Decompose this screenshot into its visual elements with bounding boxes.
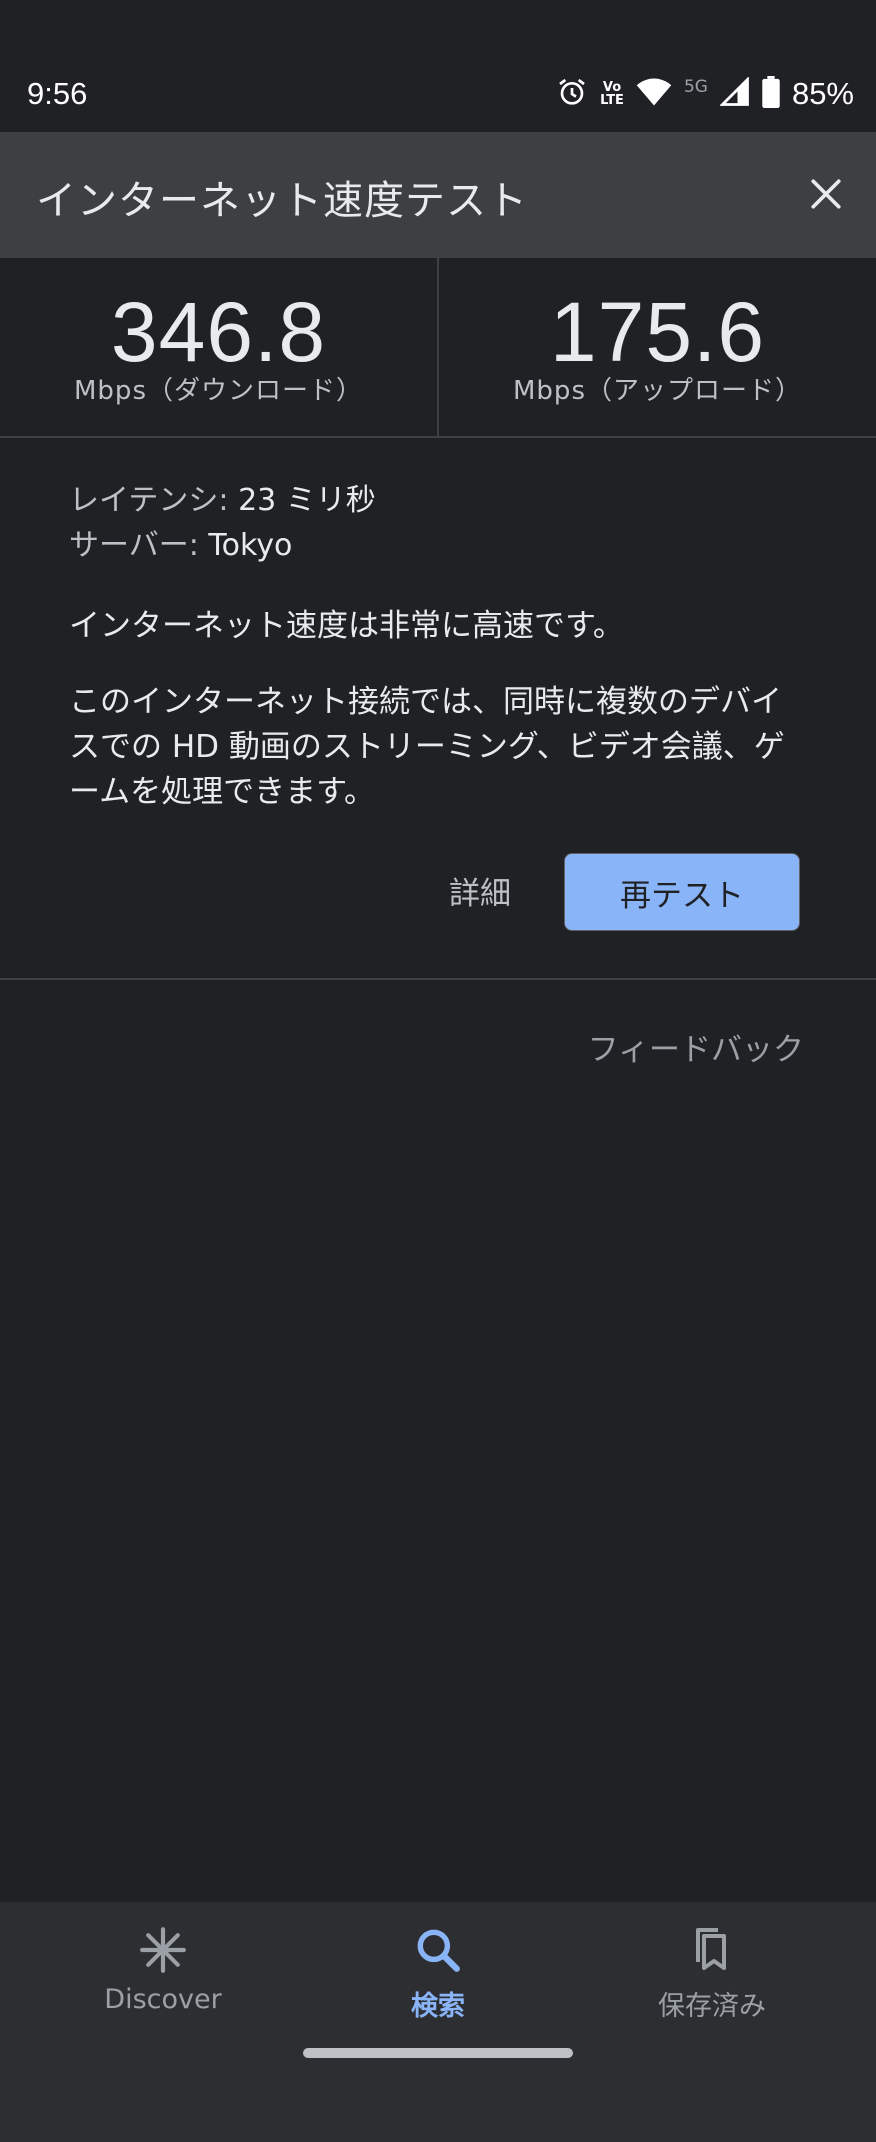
upload-result: 175.6 Mbps（アップロード） — [437, 258, 876, 436]
nav-search[interactable]: 検索 — [338, 1922, 538, 2032]
divider — [0, 978, 876, 980]
server-label: サーバー: — [69, 528, 199, 563]
download-speed: 346.8 — [110, 285, 327, 379]
battery-icon — [762, 76, 780, 112]
server-value: Tokyo — [208, 528, 293, 563]
status-bar: 9:56 Vo LTE 5G 85% — [0, 0, 876, 132]
nav-saved[interactable]: 保存済み — [612, 1922, 812, 2032]
test-details: レイテンシ: 23 ミリ秒 サーバー: Tokyo — [69, 478, 809, 568]
nav-discover[interactable]: Discover — [63, 1922, 263, 2032]
speed-results: 346.8 Mbps（ダウンロード） 175.6 Mbps（アップロード） — [0, 258, 876, 438]
discover-icon — [140, 1927, 186, 1973]
search-icon — [417, 1929, 460, 1972]
download-result: 346.8 Mbps（ダウンロード） — [0, 258, 437, 436]
details-button[interactable]: 詳細 — [430, 855, 530, 925]
status-time: 9:56 — [27, 76, 88, 111]
latency-label: レイテンシ: — [69, 483, 229, 518]
speed-description: このインターネット接続では、同時に複数のデバイスでの HD 動画のストリーミング… — [69, 684, 785, 810]
page-title: インターネット速度テスト — [36, 178, 528, 224]
network-type: 5G — [683, 77, 708, 97]
bookmarks-icon — [696, 1928, 726, 1970]
battery-percent: 85% — [791, 76, 854, 111]
volte-icon: Vo LTE — [600, 80, 624, 108]
speed-summary: インターネット速度は非常に高速です。 — [69, 608, 624, 644]
nav-discover-label: Discover — [104, 1984, 222, 2015]
header-bar: インターネット速度テスト — [0, 132, 876, 258]
alarm-icon — [556, 76, 588, 112]
close-icon — [811, 179, 841, 209]
upload-speed: 175.6 — [549, 285, 766, 379]
close-button[interactable] — [802, 170, 850, 218]
server-row: サーバー: Tokyo — [69, 523, 809, 568]
nav-search-label: 検索 — [411, 1991, 465, 2022]
latency-value: 23 ミリ秒 — [238, 483, 376, 518]
download-label: Mbps（ダウンロード） — [74, 376, 363, 406]
feedback-link[interactable]: フィードバック — [588, 1024, 804, 1069]
wifi-icon — [636, 77, 672, 111]
latency-row: レイテンシ: 23 ミリ秒 — [69, 478, 809, 523]
nav-saved-label: 保存済み — [658, 1991, 766, 2022]
signal-icon — [719, 76, 750, 111]
home-indicator[interactable] — [303, 2048, 573, 2058]
bottom-navigation: Discover 検索 保存済み — [0, 1902, 876, 2142]
retest-button[interactable]: 再テスト — [564, 853, 800, 931]
status-icons: Vo LTE 5G 85% — [556, 74, 854, 114]
upload-label: Mbps（アップロード） — [513, 376, 802, 406]
